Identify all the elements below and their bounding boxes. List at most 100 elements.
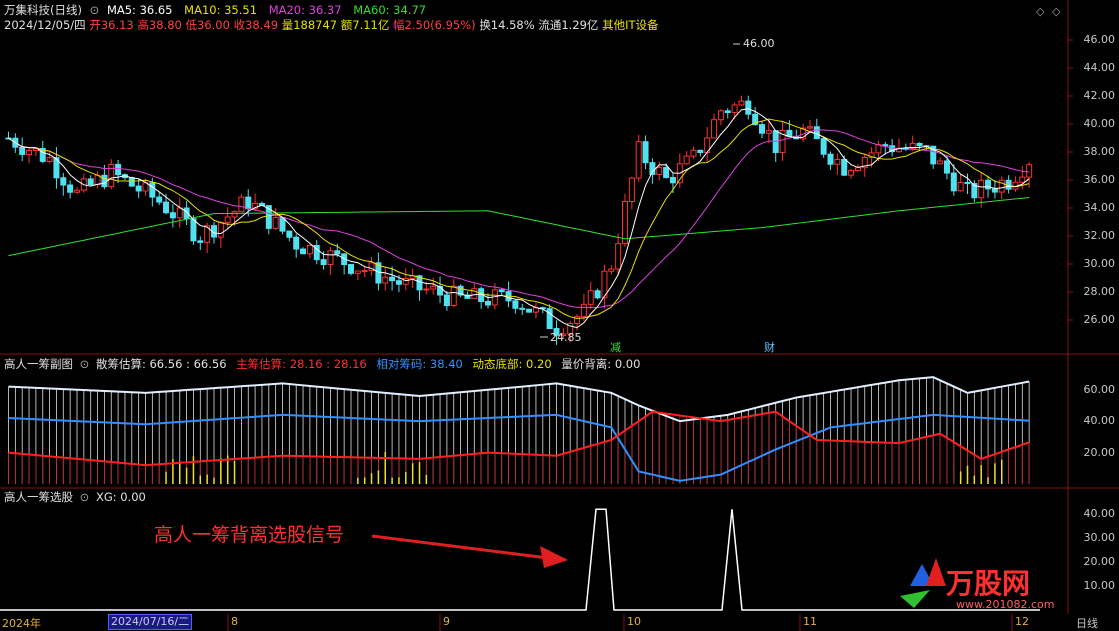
candle-body <box>656 167 663 175</box>
candle-body <box>74 189 80 193</box>
panel3-tick-label: 40.00 <box>1083 507 1116 520</box>
timeline-month-11: 11 <box>803 615 817 628</box>
candle-body <box>642 141 649 164</box>
candle-body <box>293 236 300 250</box>
candle-body <box>882 144 889 147</box>
event-mark-reduce[interactable]: 减 <box>610 339 621 355</box>
panel2-item4: 动态底部: 0.20 <box>472 357 552 371</box>
candle-body <box>854 167 861 171</box>
candle-body <box>759 124 765 134</box>
chip-bars <box>8 377 1030 484</box>
candle-body <box>813 126 820 140</box>
candle-body <box>738 100 745 106</box>
high-price-label: 46.00 <box>743 37 775 50</box>
timeline-mode[interactable]: 日线 <box>1076 615 1098 631</box>
candle-body <box>834 158 841 165</box>
candle-body <box>423 288 430 291</box>
candle-body <box>635 141 642 179</box>
panel2-settings-icon[interactable]: ⊙ <box>80 357 90 371</box>
price-tick-label: 38.00 <box>1083 145 1116 158</box>
panel3-settings-icon[interactable]: ⊙ <box>80 490 90 504</box>
candle-body <box>512 300 519 309</box>
candle-body <box>806 126 813 129</box>
candle-body <box>217 221 224 238</box>
candle-body <box>60 177 67 186</box>
candle-body <box>382 276 389 284</box>
candle-body <box>498 289 505 293</box>
candle-body <box>190 218 197 242</box>
candle-body <box>115 163 122 176</box>
candle-body <box>690 149 697 157</box>
candle-body <box>916 142 923 147</box>
candle-body <box>943 160 950 174</box>
candle-body <box>964 182 971 185</box>
panel2-item1: 散筹估算: 66.56 : 66.56 <box>95 357 227 371</box>
candle-body <box>163 201 170 214</box>
candle-body <box>594 290 601 299</box>
signal-annotation: 高人一筹背离选股信号 <box>154 524 345 546</box>
panel2-item2: 主筹估算: 28.16 : 28.16 <box>236 357 367 371</box>
candle-body <box>580 303 587 318</box>
candle-body <box>957 182 964 192</box>
candle-body <box>395 280 402 285</box>
timeline-month-10: 10 <box>627 615 641 628</box>
candle-body <box>731 104 738 114</box>
candle-body <box>224 216 231 223</box>
candle-body <box>389 276 396 282</box>
candle-body <box>765 130 772 134</box>
candle-body <box>176 207 183 219</box>
event-mark-finance[interactable]: 财 <box>764 339 775 355</box>
candle-body <box>197 240 204 243</box>
low-price-label: 24.85 <box>550 331 582 344</box>
candle-body <box>615 243 622 270</box>
price-tick-label: 32.00 <box>1083 229 1116 242</box>
candle-body <box>622 200 628 245</box>
candle-body <box>841 158 848 176</box>
brand-url: www.201082.com <box>956 598 1055 611</box>
candle-body <box>724 110 731 114</box>
timeline-month-12: 12 <box>1015 615 1029 628</box>
panel3-header: 高人一筹选股 ⊙ XG: 0.00 <box>4 490 146 504</box>
candle-body <box>300 248 307 255</box>
candle-body <box>991 188 998 193</box>
candle-body <box>697 149 704 153</box>
candle-body <box>1026 164 1033 178</box>
main-chip-line <box>8 410 1030 467</box>
panel3-tick-label: 10.00 <box>1083 579 1116 592</box>
price-tick-label: 30.00 <box>1083 257 1116 270</box>
price-tick-label: 44.00 <box>1083 61 1116 74</box>
candle-body <box>608 268 615 272</box>
candle-body <box>67 184 74 193</box>
candle-body <box>683 155 690 165</box>
panel2-item3: 相对筹码: 38.40 <box>376 357 463 371</box>
candle-body <box>169 212 176 219</box>
candle-body <box>485 300 491 306</box>
panel3-tick-label: 20.00 <box>1083 555 1116 568</box>
scattered-chip-line <box>8 376 1030 423</box>
candle-body <box>471 288 478 299</box>
candle-body <box>128 177 135 187</box>
candle-body <box>46 157 53 162</box>
candle-body <box>87 178 94 186</box>
candle-body <box>745 100 752 115</box>
candle-body <box>26 149 33 155</box>
candlestick-series <box>5 95 1033 345</box>
candle-body <box>669 177 676 184</box>
panel2-tick-label: 60.00 <box>1083 382 1116 396</box>
candle-body <box>156 196 163 203</box>
price-tick-label: 28.00 <box>1083 285 1116 298</box>
price-tick-label: 26.00 <box>1083 313 1116 326</box>
panel2-item5: 量价背离: 0.00 <box>561 357 641 371</box>
timeline-cursor-date[interactable]: 2024/07/16/二 <box>108 614 193 630</box>
candle-body <box>628 177 635 202</box>
panel2-tick-label: 20.00 <box>1083 445 1116 459</box>
candle-body <box>231 211 238 218</box>
candle-body <box>108 163 115 188</box>
candle-body <box>711 119 718 139</box>
timeline-month-9: 9 <box>443 615 450 628</box>
panel2-header: 高人一筹副图 ⊙ 散筹估算: 66.56 : 66.56 主筹估算: 28.16… <box>4 357 640 371</box>
candle-body <box>950 172 957 192</box>
candle-body <box>820 138 827 155</box>
candle-body <box>272 217 279 229</box>
candle-body <box>998 179 1005 193</box>
